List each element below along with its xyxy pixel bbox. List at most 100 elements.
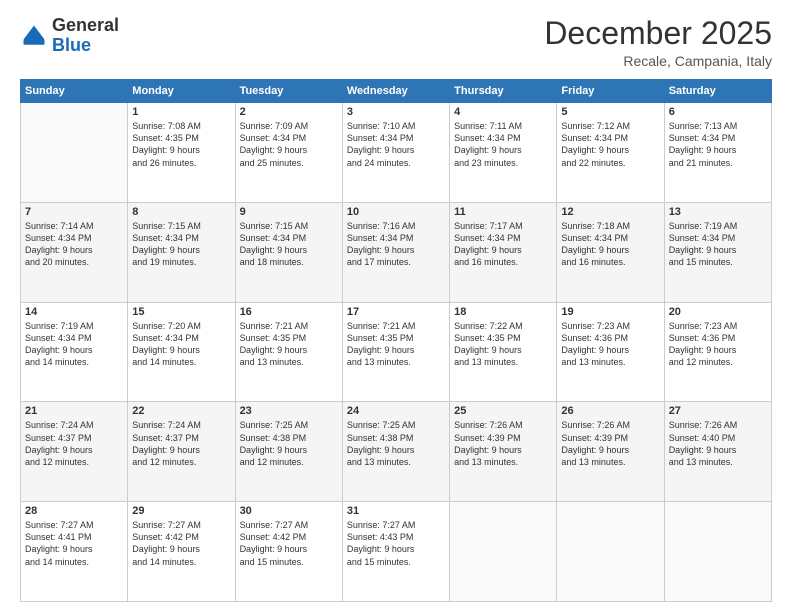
col-header-sunday: Sunday: [21, 80, 128, 103]
calendar-cell: 20Sunrise: 7:23 AM Sunset: 4:36 PM Dayli…: [664, 302, 771, 402]
day-number: 17: [347, 306, 445, 318]
calendar-table: SundayMondayTuesdayWednesdayThursdayFrid…: [20, 79, 772, 602]
day-info: Sunrise: 7:15 AM Sunset: 4:34 PM Dayligh…: [132, 220, 230, 269]
logo-text: General Blue: [52, 16, 119, 56]
calendar-cell: 8 Sunrise: 7:15 AM Sunset: 4:34 PM Daylig…: [128, 202, 235, 302]
calendar-cell: 6 Sunrise: 7:13 AM Sunset: 4:34 PM Daylig…: [664, 103, 771, 203]
day-info: Sunrise: 7:18 AM Sunset: 4:34 PM Dayligh…: [561, 220, 659, 269]
calendar-cell: 4 Sunrise: 7:11 AM Sunset: 4:34 PM Daylig…: [450, 103, 557, 203]
day-number: 11: [454, 206, 552, 218]
day-number: 22: [132, 405, 230, 417]
calendar-cell: 10 Sunrise: 7:16 AM Sunset: 4:34 PM Dayli…: [342, 202, 449, 302]
calendar-cell: 12Sunrise: 7:18 AM Sunset: 4:34 PM Dayli…: [557, 202, 664, 302]
calendar-cell: 29Sunrise: 7:27 AM Sunset: 4:42 PM Dayli…: [128, 502, 235, 602]
day-info: Sunrise: 7:19 AM Sunset: 4:34 PM Dayligh…: [669, 220, 767, 269]
calendar-cell: 11 Sunrise: 7:17 AM Sunset: 4:34 PM Dayli…: [450, 202, 557, 302]
calendar-cell: 2Sunrise: 7:09 AM Sunset: 4:34 PM Daylig…: [235, 103, 342, 203]
day-info: Sunrise: 7:24 AM Sunset: 4:37 PM Dayligh…: [132, 419, 230, 468]
calendar-cell: 9 Sunrise: 7:15 AM Sunset: 4:34 PM Daylig…: [235, 202, 342, 302]
day-info: Sunrise: 7:17 AM Sunset: 4:34 PM Dayligh…: [454, 220, 552, 269]
header: General Blue December 2025 Recale, Campa…: [20, 16, 772, 69]
day-info: Sunrise: 7:24 AM Sunset: 4:37 PM Dayligh…: [25, 419, 123, 468]
page: General Blue December 2025 Recale, Campa…: [0, 0, 792, 612]
day-number: 19: [561, 306, 659, 318]
calendar-cell: 25 Sunrise: 7:26 AM Sunset: 4:39 PM Dayli…: [450, 402, 557, 502]
day-number: 21: [25, 405, 123, 417]
day-number: 15: [132, 306, 230, 318]
calendar-cell: 27 Sunrise: 7:26 AM Sunset: 4:40 PM Dayli…: [664, 402, 771, 502]
calendar-cell: 16Sunrise: 7:21 AM Sunset: 4:35 PM Dayli…: [235, 302, 342, 402]
day-number: 20: [669, 306, 767, 318]
calendar-cell: [557, 502, 664, 602]
day-number: 10: [347, 206, 445, 218]
day-info: Sunrise: 7:15 AM Sunset: 4:34 PM Dayligh…: [240, 220, 338, 269]
day-info: Sunrise: 7:22 AM Sunset: 4:35 PM Dayligh…: [454, 320, 552, 369]
calendar-cell: 22 Sunrise: 7:24 AM Sunset: 4:37 PM Dayli…: [128, 402, 235, 502]
day-info: Sunrise: 7:11 AM Sunset: 4:34 PM Dayligh…: [454, 120, 552, 169]
day-number: 13: [669, 206, 767, 218]
calendar-week-4: 21 Sunrise: 7:24 AM Sunset: 4:37 PM Dayli…: [21, 402, 772, 502]
col-header-friday: Friday: [557, 80, 664, 103]
calendar-cell: [21, 103, 128, 203]
calendar-cell: 21 Sunrise: 7:24 AM Sunset: 4:37 PM Dayli…: [21, 402, 128, 502]
day-info: Sunrise: 7:20 AM Sunset: 4:34 PM Dayligh…: [132, 320, 230, 369]
day-number: 18: [454, 306, 552, 318]
day-info: Sunrise: 7:21 AM Sunset: 4:35 PM Dayligh…: [240, 320, 338, 369]
calendar-cell: 23 Sunrise: 7:25 AM Sunset: 4:38 PM Dayli…: [235, 402, 342, 502]
day-number: 29: [132, 505, 230, 517]
calendar-cell: 7Sunrise: 7:14 AM Sunset: 4:34 PM Daylig…: [21, 202, 128, 302]
calendar-week-1: 1 Sunrise: 7:08 AM Sunset: 4:35 PM Daylig…: [21, 103, 772, 203]
day-number: 30: [240, 505, 338, 517]
day-info: Sunrise: 7:26 AM Sunset: 4:39 PM Dayligh…: [561, 419, 659, 468]
day-info: Sunrise: 7:19 AM Sunset: 4:34 PM Dayligh…: [25, 320, 123, 369]
calendar-cell: 24Sunrise: 7:25 AM Sunset: 4:38 PM Dayli…: [342, 402, 449, 502]
day-info: Sunrise: 7:27 AM Sunset: 4:42 PM Dayligh…: [240, 519, 338, 568]
day-info: Sunrise: 7:09 AM Sunset: 4:34 PM Dayligh…: [240, 120, 338, 169]
day-info: Sunrise: 7:25 AM Sunset: 4:38 PM Dayligh…: [347, 419, 445, 468]
calendar-cell: 14 Sunrise: 7:19 AM Sunset: 4:34 PM Dayli…: [21, 302, 128, 402]
day-number: 4: [454, 106, 552, 118]
day-number: 25: [454, 405, 552, 417]
day-info: Sunrise: 7:08 AM Sunset: 4:35 PM Dayligh…: [132, 120, 230, 169]
logo-icon: [20, 22, 48, 50]
day-info: Sunrise: 7:10 AM Sunset: 4:34 PM Dayligh…: [347, 120, 445, 169]
calendar-cell: 5 Sunrise: 7:12 AM Sunset: 4:34 PM Daylig…: [557, 103, 664, 203]
day-number: 23: [240, 405, 338, 417]
day-number: 27: [669, 405, 767, 417]
day-number: 8: [132, 206, 230, 218]
day-info: Sunrise: 7:16 AM Sunset: 4:34 PM Dayligh…: [347, 220, 445, 269]
day-info: Sunrise: 7:25 AM Sunset: 4:38 PM Dayligh…: [240, 419, 338, 468]
day-info: Sunrise: 7:13 AM Sunset: 4:34 PM Dayligh…: [669, 120, 767, 169]
calendar-cell: 1 Sunrise: 7:08 AM Sunset: 4:35 PM Daylig…: [128, 103, 235, 203]
day-info: Sunrise: 7:12 AM Sunset: 4:34 PM Dayligh…: [561, 120, 659, 169]
day-number: 5: [561, 106, 659, 118]
calendar-header-row: SundayMondayTuesdayWednesdayThursdayFrid…: [21, 80, 772, 103]
logo: General Blue: [20, 16, 119, 56]
day-number: 3: [347, 106, 445, 118]
day-number: 14: [25, 306, 123, 318]
calendar-cell: [450, 502, 557, 602]
calendar-week-2: 7Sunrise: 7:14 AM Sunset: 4:34 PM Daylig…: [21, 202, 772, 302]
title-block: December 2025 Recale, Campania, Italy: [544, 16, 772, 69]
day-number: 26: [561, 405, 659, 417]
location-subtitle: Recale, Campania, Italy: [544, 53, 772, 69]
calendar-cell: 18 Sunrise: 7:22 AM Sunset: 4:35 PM Dayli…: [450, 302, 557, 402]
col-header-wednesday: Wednesday: [342, 80, 449, 103]
day-info: Sunrise: 7:26 AM Sunset: 4:40 PM Dayligh…: [669, 419, 767, 468]
day-number: 9: [240, 206, 338, 218]
day-info: Sunrise: 7:26 AM Sunset: 4:39 PM Dayligh…: [454, 419, 552, 468]
month-title: December 2025: [544, 16, 772, 51]
calendar-cell: 31Sunrise: 7:27 AM Sunset: 4:43 PM Dayli…: [342, 502, 449, 602]
day-number: 1: [132, 106, 230, 118]
calendar-cell: 30 Sunrise: 7:27 AM Sunset: 4:42 PM Dayli…: [235, 502, 342, 602]
day-info: Sunrise: 7:27 AM Sunset: 4:43 PM Dayligh…: [347, 519, 445, 568]
day-info: Sunrise: 7:21 AM Sunset: 4:35 PM Dayligh…: [347, 320, 445, 369]
day-info: Sunrise: 7:14 AM Sunset: 4:34 PM Dayligh…: [25, 220, 123, 269]
calendar-cell: 3 Sunrise: 7:10 AM Sunset: 4:34 PM Daylig…: [342, 103, 449, 203]
calendar-week-5: 28Sunrise: 7:27 AM Sunset: 4:41 PM Dayli…: [21, 502, 772, 602]
calendar-cell: 26 Sunrise: 7:26 AM Sunset: 4:39 PM Dayli…: [557, 402, 664, 502]
day-number: 6: [669, 106, 767, 118]
col-header-saturday: Saturday: [664, 80, 771, 103]
col-header-tuesday: Tuesday: [235, 80, 342, 103]
col-header-thursday: Thursday: [450, 80, 557, 103]
